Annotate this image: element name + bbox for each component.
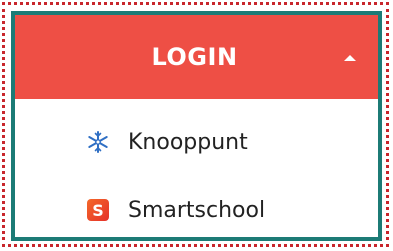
menu-item-smartschool[interactable]: S Smartschool [15, 190, 378, 230]
smartschool-logo-icon: S [86, 198, 110, 222]
login-label: LOGIN [151, 43, 238, 71]
login-toggle-button[interactable]: LOGIN [15, 15, 378, 99]
menu-item-label: Knooppunt [128, 129, 248, 155]
knooppunt-logo-icon [86, 130, 110, 154]
caret-up-icon [344, 55, 356, 61]
menu-item-label: Smartschool [128, 197, 266, 223]
menu-item-knooppunt[interactable]: Knooppunt [15, 122, 378, 162]
login-dropdown: LOGIN Knooppunt S Smartschool [11, 11, 382, 241]
